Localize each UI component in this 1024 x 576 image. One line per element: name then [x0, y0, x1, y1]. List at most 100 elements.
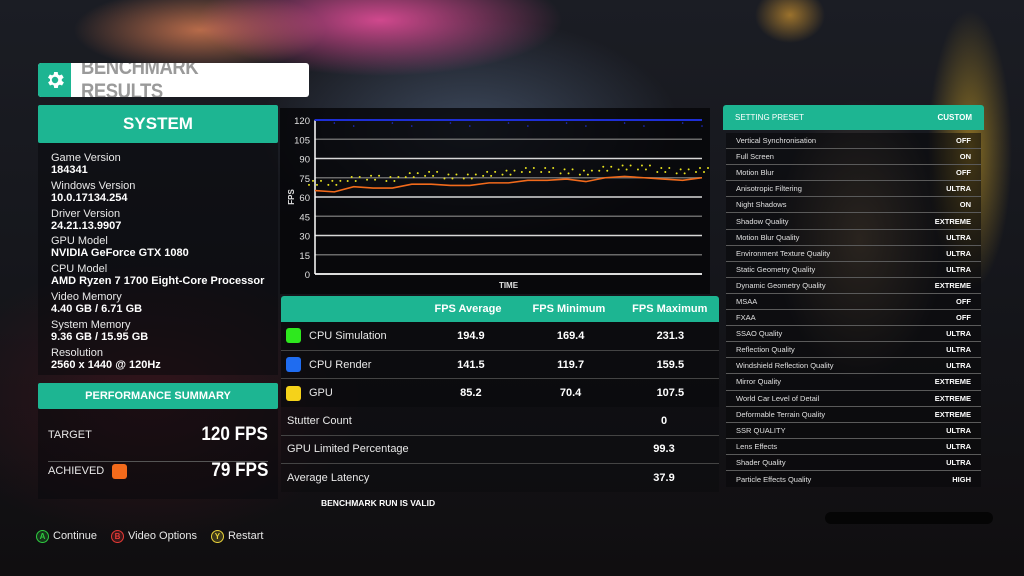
data-point-gpu: [412, 176, 415, 179]
setting-row[interactable]: Shadow Quality EXTREME: [726, 213, 981, 230]
setting-name: Windshield Reflection Quality: [736, 361, 834, 371]
setting-value: OFF: [956, 136, 971, 146]
setting-value: ULTRA: [946, 264, 971, 274]
data-point-gpu: [644, 168, 647, 171]
data-point-cpu-render: [585, 125, 587, 127]
data-point-cpu-render: [449, 122, 452, 124]
y-tick-label: 90: [299, 155, 310, 166]
setting-row[interactable]: Night Shadows ON: [726, 197, 981, 214]
setting-name: Environment Texture Quality: [736, 248, 831, 258]
setting-row[interactable]: Dynamic Geometry Quality EXTREME: [726, 278, 981, 294]
control-label: Video Options: [128, 530, 197, 542]
setting-value: ON: [959, 200, 971, 210]
data-point-gpu: [567, 172, 570, 175]
data-point-gpu: [586, 173, 589, 176]
performance-summary-header: PERFORMANCE SUMMARY: [38, 383, 278, 409]
stat-label: Average Latency: [287, 471, 370, 484]
data-point-gpu: [486, 170, 489, 173]
data-point-gpu: [683, 172, 686, 175]
setting-row[interactable]: World Car Level of Detail EXTREME: [726, 391, 981, 407]
system-info-label: GPU Model: [51, 235, 108, 248]
setting-preset-header[interactable]: SETTING PRESET CUSTOM: [723, 105, 984, 130]
legend-swatch: [286, 328, 301, 344]
control-continue-button[interactable]: A Continue: [36, 529, 97, 543]
data-point-gpu: [350, 176, 353, 179]
setting-row[interactable]: Motion Blur OFF: [726, 165, 981, 182]
setting-row[interactable]: Particle Effects Quality HIGH: [726, 471, 981, 487]
setting-row[interactable]: Mirror Quality EXTREME: [726, 374, 981, 391]
data-point-gpu: [598, 169, 601, 172]
system-info-value: 4.40 GB / 6.71 GB: [51, 302, 143, 315]
setting-row[interactable]: Motion Blur Quality ULTRA: [726, 230, 981, 246]
data-point-gpu: [346, 180, 349, 183]
data-point-gpu: [378, 174, 381, 177]
data-point-gpu: [528, 171, 531, 174]
system-info-value: 9.36 GB / 15.95 GB: [51, 330, 149, 343]
setting-row[interactable]: Static Geometry Quality ULTRA: [726, 262, 981, 278]
fps-minimum-cell: 70.4: [559, 387, 582, 400]
setting-name: Vertical Synchronisation: [736, 136, 817, 146]
data-point-gpu: [520, 171, 523, 174]
x-axis-label: TIME: [499, 281, 519, 290]
setting-row[interactable]: Deformable Terrain Quality EXTREME: [726, 407, 981, 423]
setting-value: EXTREME: [934, 280, 971, 290]
data-point-gpu: [590, 169, 593, 172]
setting-name: Reflection Quality: [736, 345, 795, 355]
controller-button-a-icon: A: [36, 529, 49, 543]
setting-row[interactable]: SSR QUALITY ULTRA: [726, 423, 981, 439]
data-point-cpu-render: [352, 125, 355, 127]
data-point-gpu: [366, 178, 369, 181]
data-point-gpu: [424, 174, 427, 177]
data-point-cpu-render: [507, 122, 510, 124]
achieved-row: ACHIEVED 79 FPS: [48, 453, 268, 489]
fps-average-cell: 194.9: [457, 329, 485, 342]
setting-row[interactable]: SSAO Quality ULTRA: [726, 326, 981, 343]
control-video-options-button[interactable]: B Video Options: [111, 529, 197, 543]
setting-row[interactable]: Lens Effects ULTRA: [726, 439, 981, 455]
data-point-gpu: [563, 168, 566, 171]
table-row: CPU Render 141.5 119.7 159.5: [281, 351, 719, 380]
setting-row[interactable]: MSAA OFF: [726, 294, 981, 311]
table-row: GPU 85.2 70.4 107.5: [281, 379, 719, 407]
y-axis-label: FPS: [287, 189, 296, 205]
setting-row[interactable]: Vertical Synchronisation OFF: [726, 133, 981, 150]
data-point-cpu-render: [333, 122, 336, 124]
y-tick-label: 0: [305, 270, 310, 281]
y-tick-label: 75: [299, 174, 310, 185]
setting-name: FXAA: [736, 313, 756, 323]
page-title: BENCHMARK RESULTS: [81, 63, 199, 97]
setting-value: EXTREME: [934, 216, 971, 226]
data-point-gpu: [548, 171, 551, 174]
system-info-value: NVIDIA GeForce GTX 1080: [51, 247, 189, 260]
fps-maximum-cell: 231.3: [656, 329, 685, 342]
setting-value: ULTRA: [946, 184, 971, 194]
fps-maximum-cell: 159.5: [656, 358, 685, 371]
settings-list: Vertical Synchronisation OFF Full Screen ON…: [726, 133, 981, 488]
control-restart-button[interactable]: Y Restart: [210, 529, 263, 543]
setting-name: SSAO Quality: [736, 329, 783, 339]
setting-row[interactable]: Reflection Quality ULTRA: [726, 342, 981, 359]
stat-row: Average Latency 37.9: [281, 464, 719, 492]
data-point-gpu: [339, 179, 342, 182]
data-point-gpu: [679, 168, 682, 171]
setting-row[interactable]: Full Screen ON: [726, 149, 981, 166]
setting-row[interactable]: Environment Texture Quality ULTRA: [726, 246, 981, 262]
page-title-bar: BENCHMARK RESULTS: [38, 63, 309, 97]
data-point-gpu: [408, 172, 411, 175]
setting-row[interactable]: FXAA OFF: [726, 310, 981, 327]
data-point-gpu: [602, 165, 605, 168]
data-point-gpu: [331, 179, 334, 182]
data-point-gpu: [695, 171, 697, 174]
y-tick-label: 45: [299, 212, 310, 223]
column-header-max: FPS Maximum: [632, 303, 708, 315]
data-point-gpu: [501, 173, 504, 176]
setting-name: MSAA: [736, 296, 758, 306]
data-point-gpu: [625, 168, 628, 171]
setting-row[interactable]: Windshield Reflection Quality ULTRA: [726, 358, 981, 375]
setting-name: Mirror Quality: [736, 377, 782, 387]
setting-row[interactable]: Anisotropic Filtering ULTRA: [726, 181, 981, 198]
row-name: CPU Simulation: [309, 329, 387, 342]
setting-value: ULTRA: [946, 232, 971, 242]
setting-row[interactable]: Shader Quality ULTRA: [726, 455, 981, 471]
gear-icon: [38, 63, 72, 97]
